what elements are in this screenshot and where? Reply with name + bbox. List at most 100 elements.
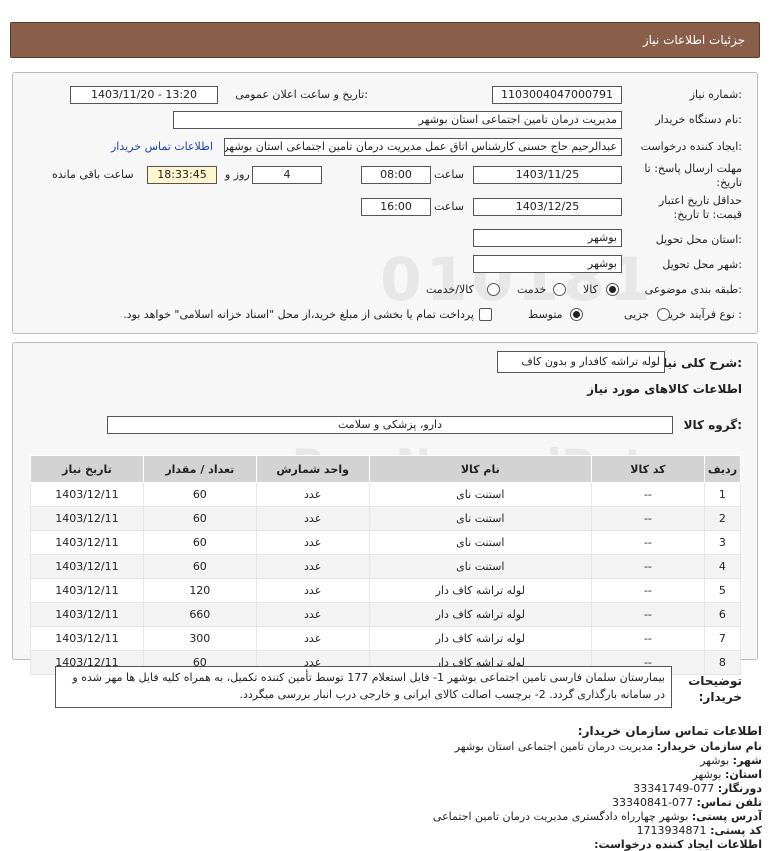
buyer-notes-box: بیمارستان سلمان فارسی تامین اجتماعی بوشه…	[55, 666, 672, 708]
contact-postal-value: 1713934871	[636, 824, 707, 837]
announce-label: تاریخ و ساعت اعلان عمومی:	[235, 88, 368, 101]
contact-province: استان: بوشهر	[692, 768, 762, 781]
row-number: 2	[703, 506, 742, 531]
contact-phone-value: 077-33340841	[612, 796, 694, 809]
contact-org: نام سازمان خریدار: مدیریت درمان تامین اج…	[455, 740, 762, 753]
contact-city: شهر: بوشهر	[700, 754, 762, 767]
item-unit: عدد	[255, 578, 370, 603]
item-code: --	[591, 602, 705, 627]
item-date: 1403/12/11	[30, 626, 144, 651]
table-row: 2 -- استنت نای عدد 60 1403/12/11	[30, 506, 742, 531]
purchase-radio-minor[interactable]	[657, 308, 670, 321]
days-label: روز و	[225, 168, 250, 181]
contact-phone: تلفن تماس: 077-33340841	[612, 796, 762, 809]
need-description-label: شرح کلی نیاز:	[656, 356, 742, 370]
deadline-date-field: 1403/11/25	[473, 166, 622, 184]
item-code: --	[591, 482, 705, 507]
category-label: طبقه بندی موضوعی:	[644, 283, 742, 296]
item-name: استنت نای	[368, 506, 593, 531]
contact-address-value: بوشهر چهارراه دادگستری مدیریت درمان تامی…	[432, 810, 689, 823]
table-row: 1 -- استنت نای عدد 60 1403/12/11	[30, 482, 742, 507]
table-row: 4 -- استنت نای عدد 60 1403/12/11	[30, 554, 742, 579]
category-radio-goods[interactable]	[606, 283, 619, 296]
contact-fax-label: دورنگار:	[717, 782, 762, 795]
page-header: جزئیات اطلاعات نیاز	[10, 22, 760, 58]
row-number: 6	[703, 602, 742, 627]
item-date: 1403/12/11	[30, 530, 144, 555]
item-date: 1403/12/11	[30, 554, 144, 579]
item-qty: 300	[142, 626, 257, 651]
contact-org-label: نام سازمان خریدار:	[656, 740, 762, 753]
buyer-org-field: مدیریت درمان تامین اجتماعی استان بوشهر	[173, 111, 622, 129]
city-field: بوشهر	[473, 255, 622, 273]
items-table: ردیف کد کالا نام کالا واحد شمارش تعداد /…	[30, 455, 742, 675]
item-qty: 660	[142, 602, 257, 627]
contact-phone-label: تلفن تماس:	[696, 796, 762, 809]
contact-fax-value: 077-33341749	[633, 782, 715, 795]
item-name: استنت نای	[368, 530, 593, 555]
item-code: --	[591, 554, 705, 579]
contact-address: آدرس پستی: بوشهر چهارراه دادگستری مدیریت…	[433, 810, 762, 823]
validity-time-field: 16:00	[361, 198, 431, 216]
need-number-label: شماره نیاز:	[689, 88, 742, 101]
item-qty: 60	[142, 506, 257, 531]
item-qty: 120	[142, 578, 257, 603]
contact-city-label: شهر:	[732, 754, 762, 767]
city-label: شهر محل تحویل:	[662, 258, 742, 271]
row-number: 3	[703, 530, 742, 555]
table-row: 6 -- لوله تراشه کاف دار عدد 660 1403/12/11	[30, 602, 742, 627]
purchase-radio-medium[interactable]	[570, 308, 583, 321]
item-date: 1403/12/11	[30, 506, 144, 531]
item-name: استنت نای	[368, 482, 593, 507]
row-number: 5	[703, 578, 742, 603]
item-date: 1403/12/11	[30, 482, 144, 507]
validity-label: حداقل تاریخ اعتبار قیمت: تا تاریخ:	[658, 194, 742, 221]
table-row: 7 -- لوله تراشه کاف دار عدد 300 1403/12/11	[30, 626, 742, 651]
item-qty: 60	[142, 482, 257, 507]
deadline-time-label: ساعت	[434, 168, 464, 181]
purchase-type-label: نوع فرآیند خرید :	[664, 308, 742, 321]
purchase-option-minor: جزیی	[624, 308, 650, 321]
contact-info-link[interactable]: اطلاعات تماس خریدار	[111, 140, 213, 153]
item-name: لوله تراشه کاف دار	[368, 602, 593, 627]
validity-date-field: 1403/12/25	[473, 198, 622, 216]
deadline-label: مهلت ارسال پاسخ: تا تاریخ:	[644, 162, 742, 189]
category-option-service: خدمت	[517, 283, 547, 296]
col-unit: واحد شمارش	[255, 455, 370, 483]
contact-city-value: بوشهر	[700, 754, 730, 767]
item-unit: عدد	[255, 506, 370, 531]
item-code: --	[591, 530, 705, 555]
item-date: 1403/12/11	[30, 602, 144, 627]
goods-group-field: دارو، پزشکی و سلامت	[107, 416, 673, 434]
contact-org-value: مدیریت درمان تامین اجتماعی استان بوشهر	[454, 740, 654, 753]
table-row: 5 -- لوله تراشه کاف دار عدد 120 1403/12/11	[30, 578, 742, 603]
buyer-notes-text: بیمارستان سلمان فارسی تامین اجتماعی بوشه…	[72, 671, 665, 701]
goods-group-label: گروه کالا:	[683, 418, 742, 432]
province-label: استان محل تحویل:	[655, 233, 742, 246]
col-name: نام کالا	[368, 455, 593, 483]
buyer-org-label: نام دستگاه خریدار:	[655, 113, 742, 126]
deadline-time-field: 08:00	[361, 166, 431, 184]
item-unit: عدد	[255, 530, 370, 555]
announce-field: 1403/11/20 - 13:20	[70, 86, 218, 104]
item-unit: عدد	[255, 482, 370, 507]
buyer-notes-label: توضیحات خریدار:	[688, 674, 742, 704]
treasury-payment-checkbox[interactable]	[479, 308, 492, 321]
item-name: لوله تراشه کاف دار	[368, 626, 593, 651]
treasury-payment-note: پرداخت تمام یا بخشی از مبلغ خرید،از محل …	[123, 308, 474, 321]
contact-fax: دورنگار: 077-33341749	[633, 782, 762, 795]
category-radio-service[interactable]	[553, 283, 566, 296]
province-field: بوشهر	[473, 229, 622, 247]
contact-address-label: آدرس پستی:	[691, 810, 762, 823]
item-qty: 60	[142, 530, 257, 555]
requester-field: عبدالرحیم حاج حسنی کارشناس اتاق عمل مدیر…	[224, 138, 622, 156]
table-row: 3 -- استنت نای عدد 60 1403/12/11	[30, 530, 742, 555]
row-number: 8	[703, 650, 742, 675]
validity-time-label: ساعت	[434, 200, 464, 213]
need-description-field: لوله تراشه کافدار و بدون کاف	[497, 351, 665, 373]
category-option-goods: کالا	[583, 283, 598, 296]
category-radio-goods-service[interactable]	[487, 283, 500, 296]
need-number-field: 1103004047000791	[492, 86, 622, 104]
row-number: 7	[703, 626, 742, 651]
items-table-header: ردیف کد کالا نام کالا واحد شمارش تعداد /…	[30, 455, 742, 483]
